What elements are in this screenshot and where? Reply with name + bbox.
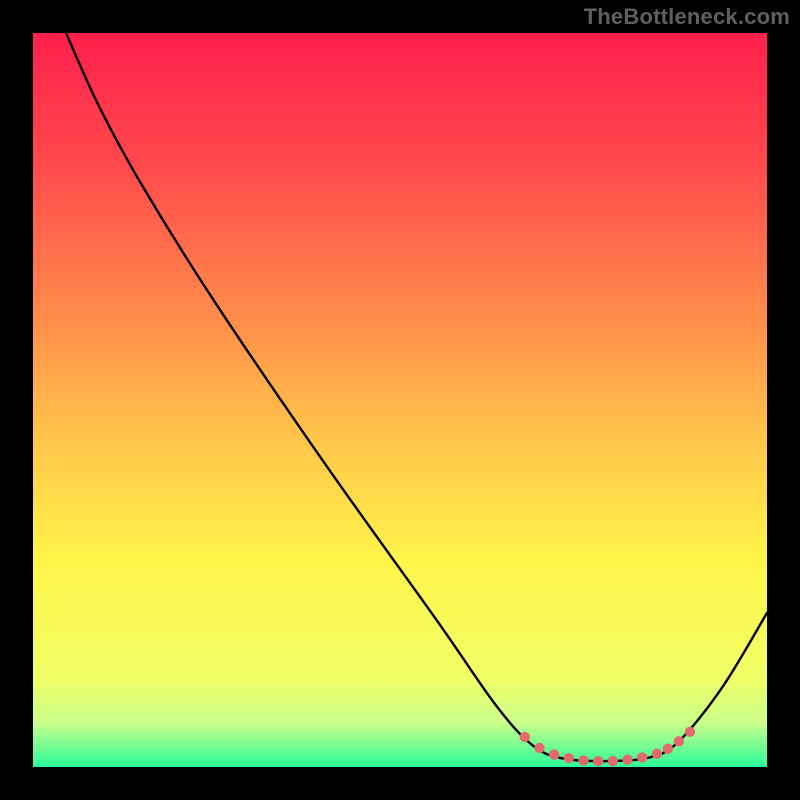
watermark-text: TheBottleneck.com (584, 4, 790, 30)
gradient-background (33, 33, 767, 767)
curve-marker (622, 754, 632, 764)
curve-marker (663, 743, 673, 753)
curve-marker (593, 756, 603, 766)
curve-marker (520, 732, 530, 742)
curve-marker (674, 736, 684, 746)
curve-marker (652, 749, 662, 759)
bottleneck-chart (33, 33, 767, 767)
chart-frame: TheBottleneck.com (0, 0, 800, 800)
curve-marker (685, 727, 695, 737)
curve-marker (637, 752, 647, 762)
curve-marker (534, 743, 544, 753)
curve-marker (578, 755, 588, 765)
curve-marker (608, 756, 618, 766)
curve-marker (549, 749, 559, 759)
curve-marker (564, 753, 574, 763)
